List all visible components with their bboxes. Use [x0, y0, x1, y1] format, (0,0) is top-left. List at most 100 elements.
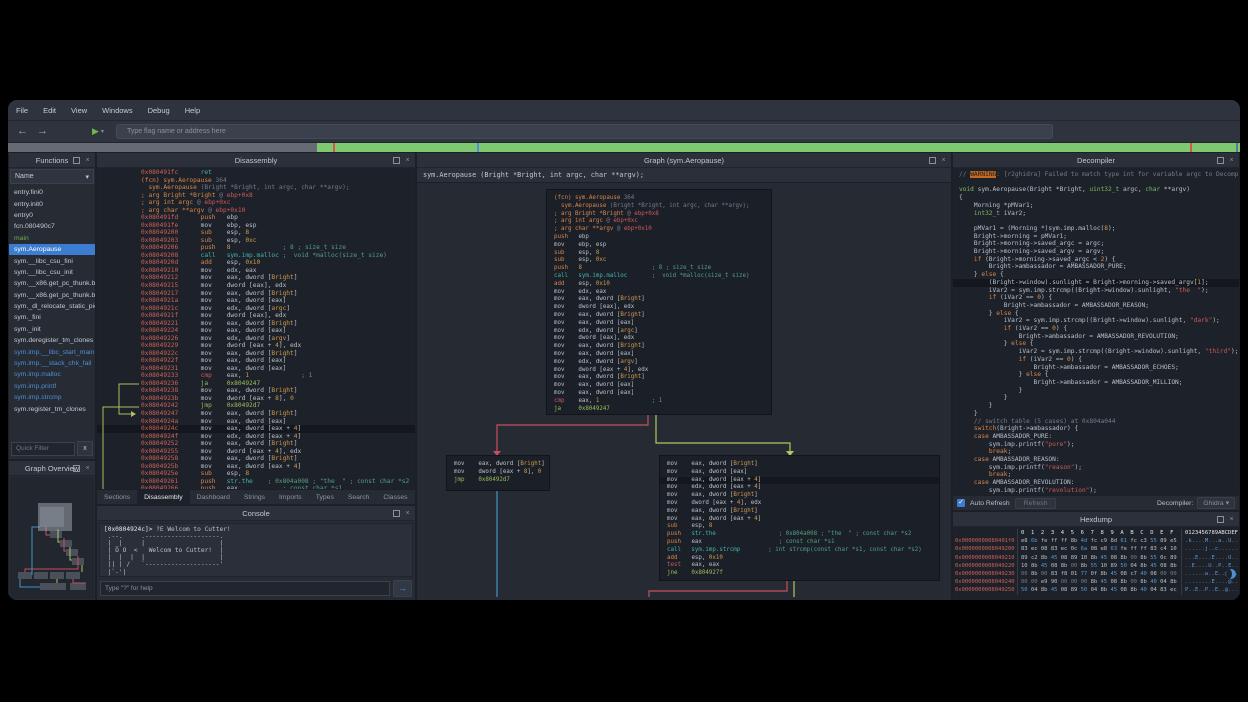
disassembly-title-bar[interactable]: Disassembly × [97, 153, 415, 168]
graph-node-line[interactable]: mov eax, dword [eax] [554, 320, 764, 328]
graph-node-line[interactable]: ; arg char **argv @ ebp+0x10 [554, 226, 764, 234]
disassembly-view[interactable]: 0x080491fc ret(fcn) sym.Aeropause 364 sy… [97, 168, 415, 489]
console-line[interactable]: .--. .--------------------. [104, 533, 408, 540]
function-list-item[interactable]: main [9, 233, 95, 244]
hexdump-row[interactable]: 0x000000000804924000 00 e9 90 00 00 00 8… [955, 578, 1239, 586]
disasm-line[interactable]: 0x08049236 ja 0x8049247 [97, 380, 415, 388]
function-list-item[interactable]: sym.imp.strcmp [9, 392, 95, 403]
menu-windows[interactable]: Windows [102, 106, 132, 115]
close-icon[interactable]: × [84, 465, 91, 472]
disasm-line[interactable]: 0x08049203 sub esp, 0xc [97, 237, 415, 245]
float-icon[interactable] [393, 510, 400, 517]
disasm-line[interactable]: 0x08049212 mov eax, dword [Bright] [97, 274, 415, 282]
tab-dashboard[interactable]: Dashboard [190, 490, 237, 504]
graph-node-line[interactable]: add esp, 0x10 [667, 555, 932, 563]
decompiler-line[interactable]: Bright->morning->saved_argc = argc; [953, 240, 1239, 248]
float-icon[interactable] [73, 465, 80, 472]
graph-node-line[interactable]: mov dword [eax + 4], edx [554, 367, 764, 375]
graph-node-line[interactable]: mov eax, dword [eax] [554, 351, 764, 359]
hexdump-row[interactable]: 0x000000000804920083 ec 08 83 ec 0c 6a 0… [955, 545, 1239, 553]
disasm-line[interactable]: 0x08049208 call sym.imp.malloc ; void *m… [97, 252, 415, 260]
function-list-item[interactable]: sym.imp.__stack_chk_fail [9, 358, 95, 369]
graph-node-line[interactable]: push 8 ; 8 ; size_t size [554, 265, 764, 273]
disasm-line[interactable]: 0x08049217 mov eax, dword [Bright] [97, 290, 415, 298]
tab-disassembly[interactable]: Disassembly [137, 490, 190, 504]
decompiler-line[interactable]: case AMBASSADOR_PURE: [953, 433, 1239, 441]
hexdump-view[interactable]: 0 1 2 3 4 5 6 7 8 9 A B C D E F 01234567… [953, 527, 1239, 600]
graph-node-line[interactable]: mov eax, dword [eax + 4] [660, 477, 939, 485]
decompiler-line[interactable]: int32_t iVar2; [953, 210, 1239, 218]
decompiler-line[interactable]: (Bright->window).sunlight = Bright->morn… [953, 279, 1239, 287]
graph-node-line[interactable]: mov eax, dword [Bright] [667, 492, 932, 500]
disasm-line[interactable]: 0x0804921f mov dword [eax], edx [97, 312, 415, 320]
debug-start-icon[interactable]: ▶ [92, 126, 99, 137]
graph-node-line[interactable]: mov edx, dword [argc] [554, 328, 764, 336]
decompiler-line[interactable]: } [953, 394, 1239, 402]
console-send-button[interactable]: → [393, 580, 412, 597]
disasm-line[interactable]: sym.Aeropause (Bright *Bright, int argc,… [97, 184, 415, 192]
decompiler-line[interactable]: // WARNING: [r2ghidra] Failed to match t… [953, 171, 1239, 179]
disasm-line[interactable]: (fcn) sym.Aeropause 364 [97, 177, 415, 185]
disasm-line[interactable]: 0x08049226 mov edx, dword [argv] [97, 335, 415, 343]
disasm-line[interactable]: 0x080491fd push ebp [97, 214, 415, 222]
tab-classes[interactable]: Classes [376, 490, 414, 504]
graph-node-line[interactable]: jmp 0x80492d7 [454, 477, 542, 485]
tab-search[interactable]: Search [341, 490, 377, 504]
functions-sort-header[interactable]: Name ▾ [10, 169, 94, 184]
function-list-item[interactable]: sym.register_tm_clones [9, 403, 95, 414]
graph-node-line[interactable]: mov eax, dword [Bright] [554, 343, 764, 351]
decompiler-line[interactable]: if (iVar2 == 0) { [953, 294, 1239, 302]
float-icon[interactable] [1217, 516, 1224, 523]
graph-node-line[interactable]: (fcn) sym.Aeropause 364 [554, 195, 764, 203]
disasm-line[interactable]: ; arg Bright *Bright @ ebp+0x8 [97, 192, 415, 200]
tab-sections[interactable]: Sections [97, 490, 137, 504]
decompiler-line[interactable] [953, 217, 1239, 225]
disasm-line[interactable]: ; arg char **argv @ ebp+0x10 [97, 207, 415, 215]
graph-node-line[interactable]: mov edx, eax [554, 289, 764, 297]
function-list-item[interactable]: sym.imp.__libc_start_main [9, 346, 95, 357]
function-list-item[interactable]: sym._init [9, 324, 95, 335]
disasm-line[interactable]: 0x0804920d add esp, 0x10 [97, 259, 415, 267]
decompiler-engine-select[interactable]: Ghidra ▾ [1197, 497, 1235, 509]
disasm-line[interactable]: 0x08049247 mov eax, dword [Bright] [97, 410, 415, 418]
graph-node-line[interactable]: sub esp, 0xc [554, 257, 764, 265]
hexdump-row[interactable]: 0x000000000804922010 8b 45 08 8b 00 8b 5… [955, 562, 1239, 570]
decompiler-line[interactable]: iVar2 = sym.imp.strcmp((Bright->window).… [953, 348, 1239, 356]
decompiler-line[interactable]: // switch table (5 cases) at 0x804a044 [953, 418, 1239, 426]
back-button[interactable]: ← [17, 126, 28, 137]
decompiler-line[interactable]: break; [953, 471, 1239, 479]
disasm-line[interactable]: 0x0804924f mov edx, dword [eax + 4] [97, 433, 415, 441]
disasm-line[interactable]: 0x0804925b mov eax, dword [eax + 4] [97, 463, 415, 471]
graph-node-line[interactable]: mov eax, dword [eax] [554, 390, 764, 398]
seek-input[interactable]: Type flag name or address here [116, 124, 1053, 139]
graph-node-line[interactable]: push ebp [554, 234, 764, 242]
decompiler-code-view[interactable]: // WARNING: [r2ghidra] Failed to match t… [953, 168, 1239, 495]
tab-imports[interactable]: Imports [272, 490, 309, 504]
graph-node-line[interactable]: mov eax, dword [Bright] [667, 508, 932, 516]
function-list-item[interactable]: entry.init0 [9, 198, 95, 209]
disasm-line[interactable]: 0x08049215 mov dword [eax], edx [97, 282, 415, 290]
decompiler-line[interactable]: } else { [953, 310, 1239, 318]
disasm-line[interactable]: 0x080491fe mov ebp, esp [97, 222, 415, 230]
function-list-item[interactable]: fcn.080490c7 [9, 221, 95, 232]
graph-node-line[interactable]: push str.the ; 0x804a008 ; "the " ; cons… [667, 531, 932, 539]
function-list-item[interactable]: sym.__libc_csu_init [9, 267, 95, 278]
decompiler-line[interactable]: } else { [953, 271, 1239, 279]
disasm-line[interactable]: 0x08049261 push str.the ; 0x804a008 ; "t… [97, 478, 415, 486]
decompiler-line[interactable]: Bright->ambassador = AMBASSADOR_ECHOES; [953, 364, 1239, 372]
decompiler-line[interactable]: if (iVar2 == 0) { [953, 356, 1239, 364]
graph-node-line[interactable]: ; arg int argc @ ebp+0xc [554, 218, 764, 226]
graph-node-line[interactable]: cmp eax, 1 ; 1 [554, 398, 764, 406]
disasm-line[interactable]: 0x0804922f mov eax, dword [eax] [97, 357, 415, 365]
function-list-item[interactable]: sym.__x86.get_pc_thunk.bp [9, 278, 95, 289]
graph-node-line[interactable]: mov ebp, esp [554, 242, 764, 250]
close-icon[interactable]: × [404, 157, 411, 164]
console-line[interactable]: [0x0804924c]> ?E Welcom to Cutter! [104, 526, 408, 533]
decompiler-line[interactable]: } [953, 402, 1239, 410]
hexdump-title-bar[interactable]: Hexdump × [953, 512, 1239, 527]
function-list-item[interactable]: sym.__x86.get_pc_thunk.bx [9, 290, 95, 301]
disasm-line[interactable]: 0x08049231 mov eax, dword [eax] [97, 365, 415, 373]
disasm-line[interactable]: 0x08049238 mov eax, dword [Bright] [97, 387, 415, 395]
decompiler-line[interactable]: } else { [953, 340, 1239, 348]
graph-node-line[interactable]: mov eax, dword [eax] [554, 382, 764, 390]
